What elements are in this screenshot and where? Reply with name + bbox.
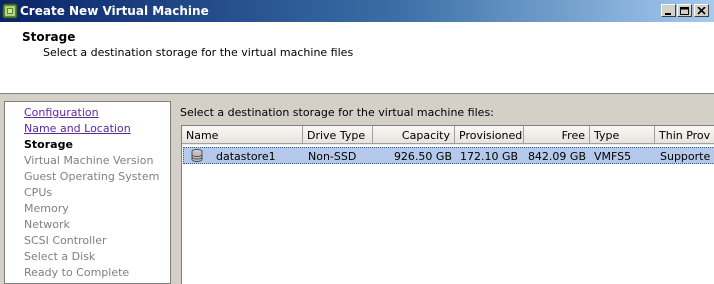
step-name-and-location[interactable]: Name and Location bbox=[24, 122, 131, 135]
column-header-free[interactable]: Free bbox=[524, 126, 590, 144]
table-header: Name Drive Type Capacity Provisioned Fre… bbox=[182, 126, 714, 145]
page-title: Storage bbox=[22, 30, 76, 44]
step-select-a-disk: Select a Disk bbox=[24, 250, 96, 263]
step-virtual-machine-version: Virtual Machine Version bbox=[24, 154, 154, 167]
wizard-header: Storage Select a destination storage for… bbox=[0, 22, 714, 94]
step-cpus: CPUs bbox=[24, 186, 53, 199]
step-network: Network bbox=[24, 218, 70, 231]
step-memory: Memory bbox=[24, 202, 69, 215]
column-header-type[interactable]: Type bbox=[590, 126, 655, 144]
column-header-thin-provisioning[interactable]: Thin Prov bbox=[655, 126, 714, 144]
minimize-button[interactable] bbox=[661, 4, 676, 17]
close-icon bbox=[697, 7, 706, 15]
column-header-name[interactable]: Name bbox=[182, 126, 303, 144]
column-header-capacity[interactable]: Capacity bbox=[373, 126, 455, 144]
vsphere-app-icon bbox=[2, 3, 18, 19]
title-bar[interactable]: Create New Virtual Machine bbox=[0, 0, 714, 22]
wizard-step-list: Configuration Name and Location Storage … bbox=[4, 101, 171, 284]
cell-thin-provisioning: Supporte bbox=[660, 150, 711, 163]
cell-capacity: 926.50 GB bbox=[393, 150, 452, 163]
table-row[interactable]: datastore1 Non-SSD 926.50 GB 172.10 GB 8… bbox=[183, 147, 714, 164]
step-guest-operating-system: Guest Operating System bbox=[24, 170, 160, 183]
step-scsi-controller: SCSI Controller bbox=[24, 234, 107, 247]
cell-name: datastore1 bbox=[216, 150, 276, 163]
cell-type: VMFS5 bbox=[594, 150, 632, 163]
step-ready-to-complete: Ready to Complete bbox=[24, 266, 130, 279]
maximize-icon bbox=[680, 7, 689, 15]
maximize-button[interactable] bbox=[677, 4, 692, 17]
cell-free: 842.09 GB bbox=[527, 150, 586, 163]
step-storage: Storage bbox=[24, 138, 73, 151]
cell-provisioned: 172.10 GB bbox=[460, 150, 519, 163]
column-header-provisioned[interactable]: Provisioned bbox=[455, 126, 524, 144]
page-subtitle: Select a destination storage for the vir… bbox=[43, 46, 354, 59]
datastore-icon bbox=[191, 149, 203, 162]
minimize-icon bbox=[665, 13, 671, 15]
storage-prompt: Select a destination storage for the vir… bbox=[180, 106, 494, 119]
window-title: Create New Virtual Machine bbox=[20, 4, 209, 18]
close-button[interactable] bbox=[694, 4, 709, 17]
cell-drive-type: Non-SSD bbox=[308, 150, 357, 163]
step-configuration[interactable]: Configuration bbox=[24, 106, 99, 119]
column-header-drive-type[interactable]: Drive Type bbox=[303, 126, 373, 144]
datastore-table[interactable]: Name Drive Type Capacity Provisioned Fre… bbox=[181, 125, 714, 284]
